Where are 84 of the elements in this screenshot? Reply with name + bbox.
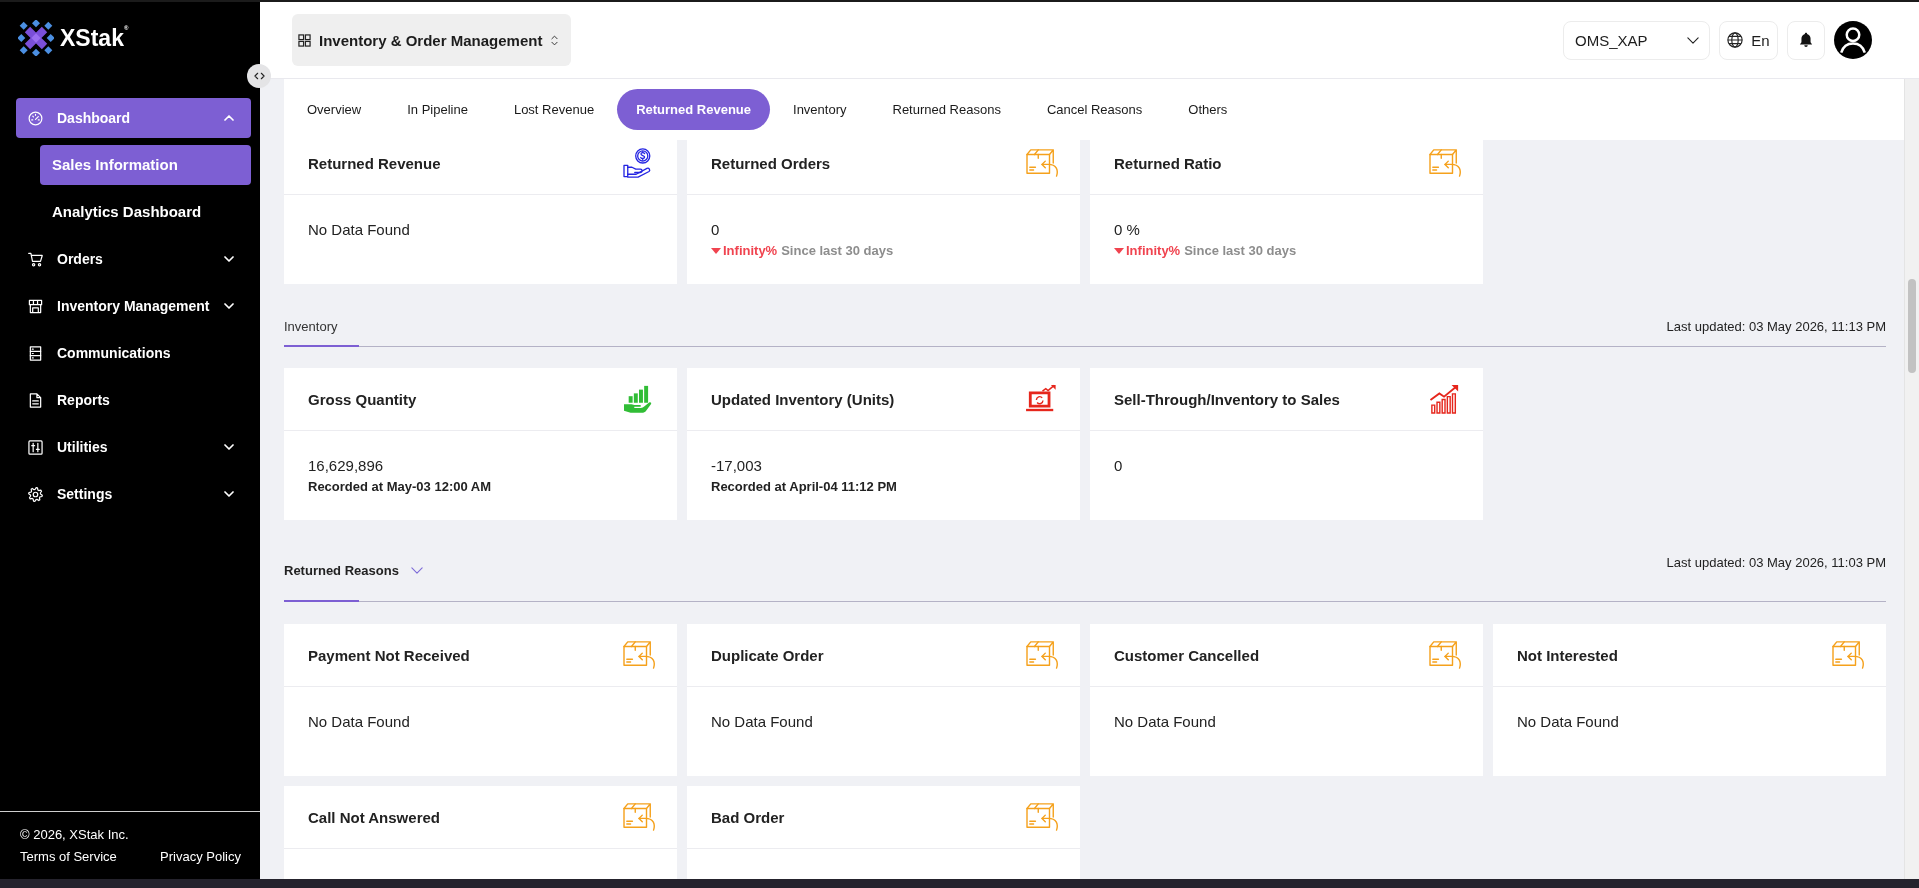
nav-subitem[interactable]: Sales Information: [40, 145, 251, 185]
nav-item[interactable]: Dashboard: [16, 98, 251, 138]
footer-link[interactable]: Privacy Policy: [160, 846, 241, 868]
gauge-icon: [28, 110, 43, 126]
metric-value: 0: [1114, 456, 1123, 476]
section-title: Inventory: [284, 318, 338, 336]
copyright-text: © 2026, XStak Inc.: [20, 826, 129, 844]
storefront-icon: [28, 298, 43, 314]
card-title: Sell-Through/Inventory to Sales: [1114, 390, 1340, 408]
bar-chart-arrow-icon: [1429, 384, 1461, 414]
up-down-chevrons-icon: [551, 34, 559, 46]
card-title: Returned Ratio: [1114, 154, 1222, 172]
card-title: Returned Revenue: [308, 154, 441, 172]
chevron-down-icon: [410, 566, 423, 574]
card-title: Call Not Answered: [308, 808, 440, 826]
recorded-time: Recorded at May-03 12:00 AM: [308, 478, 492, 496]
tab[interactable]: Returned Revenue: [617, 89, 770, 130]
change-period: Since last 30 days: [1184, 242, 1297, 260]
card-title: Gross Quantity: [308, 390, 417, 408]
metric-value: 0 %: [1114, 220, 1140, 240]
box-return-icon: [1026, 640, 1058, 670]
box-return-icon: [1026, 148, 1058, 178]
language-button[interactable]: En: [1719, 20, 1778, 60]
nav-item[interactable]: Settings: [16, 474, 251, 514]
empty-message: No Data Found: [308, 712, 410, 732]
nav-item[interactable]: Reports: [16, 380, 251, 420]
notifications-button[interactable]: [1787, 20, 1825, 60]
box-return-icon: [623, 640, 655, 670]
brand-name: XStak$^{®}$: [60, 24, 129, 53]
gear-icon: [28, 486, 43, 502]
chevron-down-icon: [1687, 36, 1699, 44]
tab[interactable]: Inventory: [770, 89, 870, 130]
metric-value: 16,629,896: [308, 456, 384, 476]
change-period: Since last 30 days: [781, 242, 894, 260]
left-right-chevrons-icon: [253, 72, 265, 80]
empty-message: No Data Found: [1114, 712, 1216, 732]
box-return-icon: [623, 802, 655, 832]
last-updated: Last updated: 03 May 2026, 11:13 PM: [1666, 318, 1886, 336]
empty-message: No Data Found: [308, 220, 410, 240]
recorded-time: Recorded at April-04 11:12 PM: [711, 478, 897, 496]
nav-item[interactable]: Orders: [16, 239, 251, 279]
empty-message: No Data Found: [711, 712, 813, 732]
card-title: Duplicate Order: [711, 646, 824, 664]
avatar-icon[interactable]: [1834, 21, 1872, 59]
nav-item[interactable]: Utilities: [16, 427, 251, 467]
tab[interactable]: Overview: [284, 89, 385, 130]
tab[interactable]: Returned Reasons: [869, 89, 1024, 130]
percent-change: Infinity%: [723, 242, 778, 260]
app-switcher[interactable]: Inventory & Order Management: [292, 14, 572, 66]
metric-value: 0: [711, 220, 720, 240]
nav-item[interactable]: Inventory Management: [16, 286, 251, 326]
section-dropdown[interactable]: Returned Reasons: [284, 550, 425, 590]
bell-icon: [1799, 32, 1813, 48]
empty-message: No Data Found: [1517, 712, 1619, 732]
tab[interactable]: Cancel Reasons: [1023, 89, 1166, 130]
store-select[interactable]: OMS_XAP: [1563, 20, 1710, 60]
tab[interactable]: Lost Revenue: [490, 89, 618, 130]
metric-value: -17,003: [711, 456, 762, 476]
box-return-icon: [1026, 802, 1058, 832]
document-icon: [28, 392, 43, 408]
footer-link[interactable]: Terms of Service: [20, 846, 117, 868]
cart-icon: [28, 251, 43, 267]
card-title: Bad Order: [711, 808, 785, 826]
logo-icon: [18, 20, 54, 56]
card-title: Updated Inventory (Units): [711, 390, 895, 408]
card-title: Payment Not Received: [308, 646, 470, 664]
percent-change: Infinity%: [1126, 242, 1181, 260]
box-return-icon: [1429, 148, 1461, 178]
last-updated: Last updated: 03 May 2026, 11:03 PM: [1666, 554, 1886, 572]
nav-subitem[interactable]: Analytics Dashboard: [40, 192, 251, 232]
tab[interactable]: In Pipeline: [384, 89, 491, 130]
nav-item[interactable]: Communications: [16, 333, 251, 373]
scrollbar-thumb[interactable]: [1908, 279, 1916, 373]
card-title: Not Interested: [1517, 646, 1618, 664]
tab[interactable]: Others: [1165, 89, 1251, 130]
sliders-icon: [28, 439, 43, 455]
card-title: Returned Orders: [711, 154, 831, 172]
box-return-icon: [1429, 640, 1461, 670]
box-return-icon: [1832, 640, 1864, 670]
list-icon: [28, 345, 43, 361]
grid-icon: [298, 33, 311, 47]
globe-icon: [1727, 32, 1744, 48]
card-title: Customer Cancelled: [1114, 646, 1260, 664]
laptop-chart-icon: [1026, 384, 1058, 414]
